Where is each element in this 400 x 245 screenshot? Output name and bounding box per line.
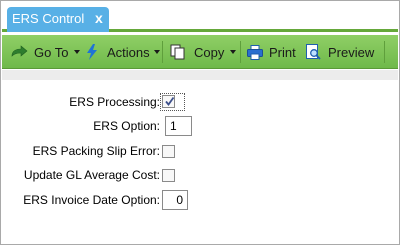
actions-button[interactable]: Actions: [86, 35, 160, 69]
ers-control-window: ERS Control x Go To Actions Copy Print P…: [0, 0, 400, 245]
copy-icon: [170, 44, 186, 60]
preview-icon: [306, 44, 321, 60]
update-gl-cost-label: Update GL Average Cost:: [23, 168, 160, 182]
preview-label: Preview: [328, 44, 375, 60]
actions-label: Actions: [107, 44, 150, 60]
packing-slip-error-label: ERS Packing Slip Error:: [32, 144, 160, 158]
toolbar-subbar: [2, 70, 398, 80]
packing-slip-error-checkbox[interactable]: [162, 145, 175, 158]
invoice-date-option-field[interactable]: 0: [162, 190, 188, 210]
checkmark-icon: [165, 96, 175, 106]
copy-label: Copy: [194, 44, 225, 60]
actions-dropdown-icon: [153, 50, 160, 54]
row-ers-processing: ERS Processing:: [1, 92, 400, 112]
close-icon[interactable]: x: [95, 10, 103, 26]
toolbar-separator: [162, 41, 163, 63]
row-packing-slip-error: ERS Packing Slip Error:: [1, 141, 400, 161]
row-invoice-date-option: ERS Invoice Date Option: 0: [1, 190, 400, 210]
print-label: Print: [269, 44, 296, 60]
goto-arrow-icon: [10, 45, 28, 59]
row-ers-option: ERS Option: 1: [1, 116, 400, 136]
goto-dropdown-icon: [74, 50, 81, 54]
ers-processing-checkbox[interactable]: [162, 95, 175, 108]
copy-dropdown-icon: [230, 50, 237, 54]
copy-button[interactable]: Copy: [170, 35, 237, 69]
toolbar-separator: [384, 41, 385, 63]
ers-processing-label: ERS Processing:: [69, 95, 160, 109]
tab-ers-control[interactable]: ERS Control x: [7, 7, 109, 32]
toolbar: Go To Actions Copy Print Preview: [2, 35, 398, 69]
lightning-icon: [86, 44, 98, 60]
goto-label: Go To: [34, 44, 69, 60]
ers-option-label: ERS Option:: [93, 119, 160, 133]
tab-title: ERS Control: [12, 11, 85, 26]
goto-button[interactable]: Go To: [10, 35, 81, 69]
ers-option-field[interactable]: 1: [165, 116, 192, 136]
row-update-gl-cost: Update GL Average Cost:: [1, 165, 400, 185]
preview-button[interactable]: Preview: [306, 35, 374, 69]
print-icon: [247, 44, 263, 60]
print-button[interactable]: Print: [247, 35, 296, 69]
tab-strip: ERS Control x: [2, 2, 398, 32]
invoice-date-option-label: ERS Invoice Date Option:: [23, 193, 160, 207]
toolbar-separator: [240, 41, 241, 63]
update-gl-cost-checkbox[interactable]: [162, 169, 175, 182]
